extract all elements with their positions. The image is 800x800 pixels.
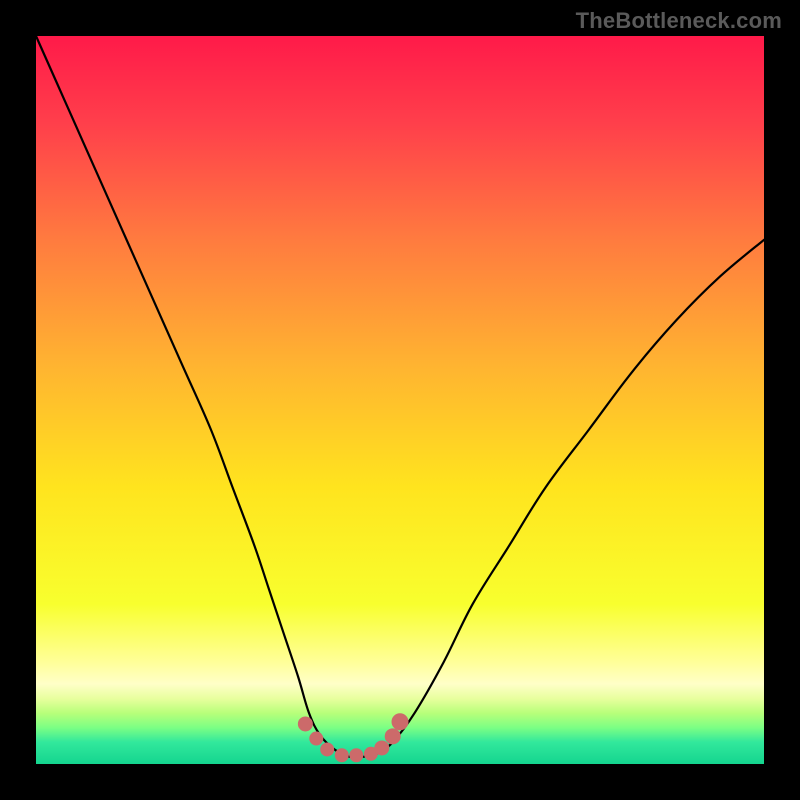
bottom-dot — [321, 743, 334, 756]
frame: TheBottleneck.com — [0, 0, 800, 800]
watermark-label: TheBottleneck.com — [576, 8, 782, 34]
bottleneck-curve — [36, 36, 764, 757]
bottom-dot — [298, 717, 312, 731]
bottom-dot — [385, 729, 400, 744]
bottom-dot — [310, 732, 323, 745]
bottom-dot — [335, 749, 348, 762]
bottom-dots-group — [298, 714, 408, 762]
bottom-dot — [350, 749, 363, 762]
bottom-dot — [392, 714, 408, 730]
bottom-dot — [375, 741, 389, 755]
chart-svg-layer — [36, 36, 764, 764]
